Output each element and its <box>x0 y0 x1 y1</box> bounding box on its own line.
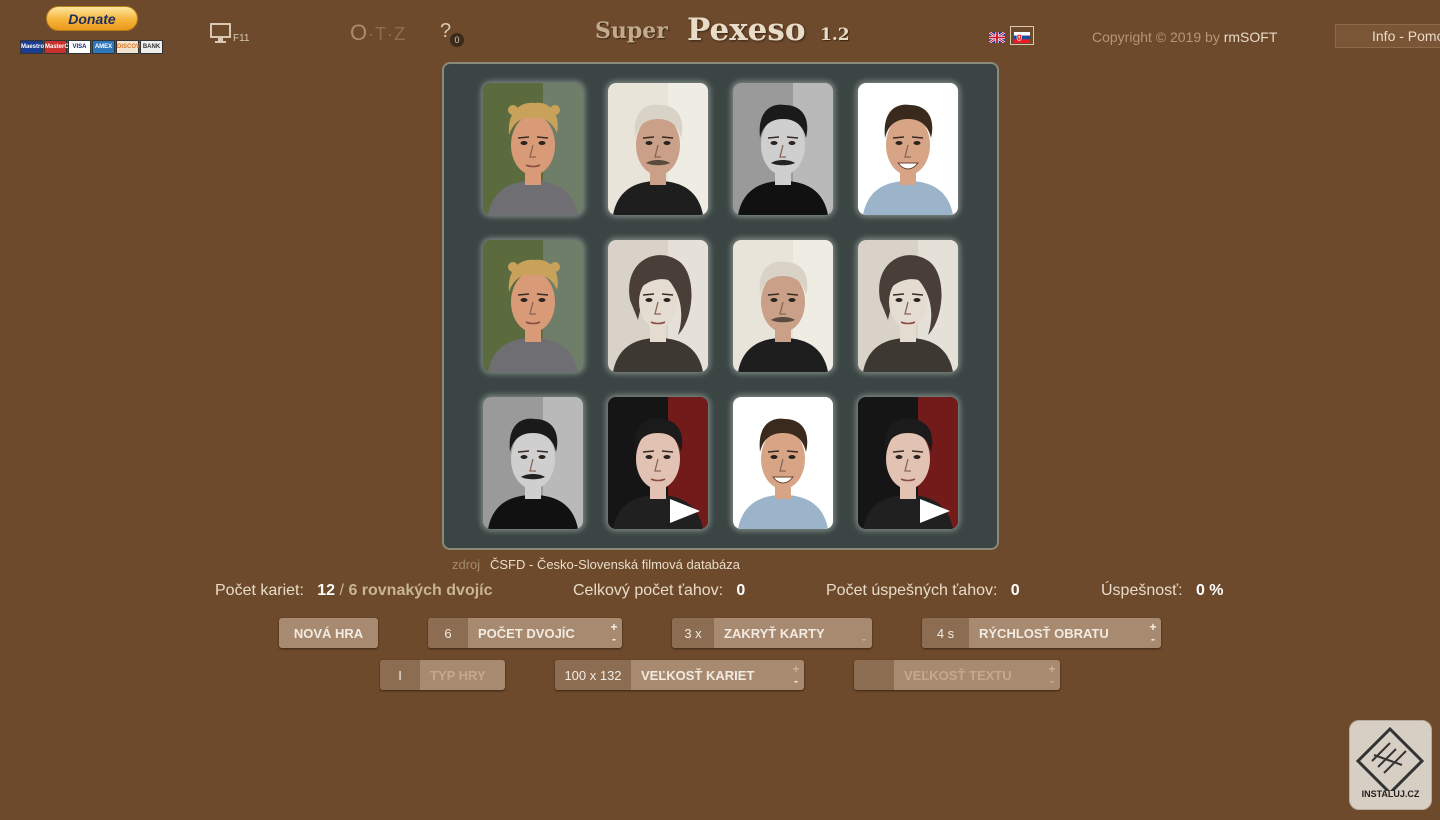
text-size-value <box>854 660 894 690</box>
text-size-stepper[interactable]: + - <box>1044 660 1060 690</box>
memory-card[interactable] <box>608 397 708 529</box>
card-portrait-image <box>858 397 958 529</box>
card-portrait-image <box>608 397 708 529</box>
pairs-count-label: POČET DVOJÍC <box>478 625 575 641</box>
version-label: 1.2 <box>820 25 850 45</box>
instaluj-label: INSTALUJ.CZ <box>1361 789 1420 799</box>
otz-letter-o[interactable]: O <box>350 20 368 45</box>
flip-speed-value: 4 s <box>922 618 969 648</box>
otz-letter-z[interactable]: Z <box>394 24 406 44</box>
copyright-prefix: Copyright © 2019 by <box>1092 29 1224 45</box>
info-help-button[interactable]: Info - Pomoc <box>1335 24 1440 48</box>
payment-cards: Maestro MasterCard VISA AMEX DISCOVER BA… <box>20 40 163 54</box>
text-size-label: VEĽKOSŤ TEXTU <box>904 667 1012 683</box>
hide-cards-value: 3 x <box>672 618 714 648</box>
source-link[interactable]: ČSFD - Česko-Slovenská filmová databáza <box>490 557 740 572</box>
instaluj-watermark-logo: INSTALUJ.CZ <box>1349 720 1432 810</box>
success-rate-label: Úspešnosť: <box>1101 582 1183 599</box>
memory-card[interactable] <box>483 83 583 215</box>
discover-card-icon: DISCOVER <box>116 40 148 54</box>
mastercard-icon: MasterCard <box>44 40 78 54</box>
card-portrait-image <box>483 83 583 215</box>
game-board <box>442 62 999 550</box>
otz-letter-t[interactable]: T <box>375 24 387 44</box>
visa-card-icon: VISA <box>68 40 91 54</box>
pairs-count-value: 6 <box>428 618 468 648</box>
fullscreen-monitor-icon[interactable] <box>210 23 232 50</box>
memory-card[interactable] <box>733 83 833 215</box>
cards-count-value: 12 <box>317 582 336 599</box>
bank-card-icon: BANK <box>140 40 163 54</box>
pairs-count-link[interactable]: 6 rovnakých dvojíc <box>348 582 492 599</box>
amex-card-icon: AMEX <box>92 40 115 54</box>
pairs-count-control[interactable]: 6 POČET DVOJÍC + - <box>428 618 622 648</box>
copyright-owner: rmSOFT <box>1223 29 1278 45</box>
minus-button[interactable]: - <box>1151 633 1155 645</box>
flip-speed-control[interactable]: 4 s RÝCHLOSŤ OBRATU + - <box>922 618 1161 648</box>
card-size-stepper[interactable]: + - <box>788 660 804 690</box>
success-moves-value: 0 <box>1010 582 1020 599</box>
minus-button[interactable]: - <box>1050 675 1054 687</box>
copyright-text: Copyright © 2019 by rmSOFT <box>1092 29 1277 45</box>
total-moves-label: Celkový počet ťahov: <box>573 582 724 599</box>
card-portrait-image <box>858 240 958 372</box>
card-portrait-image <box>608 240 708 372</box>
title-prefix: Super <box>595 18 668 44</box>
memory-card[interactable] <box>608 83 708 215</box>
page-title: Pexeso <box>687 12 806 48</box>
maestro-card-icon: Maestro <box>20 40 44 54</box>
card-size-value: 100 x 132 <box>555 660 631 690</box>
flag-en-icon[interactable] <box>988 30 1006 44</box>
card-portrait-image <box>858 83 958 215</box>
success-moves-stat: Počet úspešných ťahov: 0 <box>826 582 1020 600</box>
fullscreen-key-label: F11 <box>233 33 250 44</box>
card-portrait-image <box>483 240 583 372</box>
hide-cards-stepper[interactable]: +- <box>856 618 872 648</box>
new-game-button[interactable]: NOVÁ HRA <box>279 618 378 648</box>
minus-button[interactable]: - <box>862 633 866 645</box>
success-rate-stat: Úspešnosť: 0 % <box>1101 582 1224 600</box>
memory-card[interactable] <box>483 397 583 529</box>
memory-card[interactable] <box>733 240 833 372</box>
source-prefix: zdroj <box>452 557 481 572</box>
hide-cards-label: ZAKRYŤ KARTY <box>724 625 825 641</box>
text-size-control[interactable]: VEĽKOSŤ TEXTU + - <box>854 660 1060 690</box>
help-count-badge: 0 <box>450 33 464 47</box>
card-portrait-image <box>483 397 583 529</box>
instaluj-logo-icon <box>1355 726 1425 796</box>
minus-button[interactable]: - <box>612 633 616 645</box>
pairs-count-stepper[interactable]: + - <box>606 618 622 648</box>
donate-button[interactable]: Donate <box>46 6 138 31</box>
cards-count-label: Počet kariet: <box>215 582 304 599</box>
memory-card[interactable] <box>733 397 833 529</box>
card-portrait-image <box>733 397 833 529</box>
card-portrait-image <box>733 240 833 372</box>
memory-card[interactable] <box>483 240 583 372</box>
memory-card[interactable] <box>858 83 958 215</box>
flip-speed-stepper[interactable]: + - <box>1145 618 1161 648</box>
card-size-label: VEĽKOSŤ KARIET <box>641 667 755 683</box>
memory-card[interactable] <box>858 397 958 529</box>
hide-cards-control[interactable]: 3 x ZAKRYŤ KARTY +- <box>672 618 872 648</box>
game-type-control[interactable]: I TYP HRY <box>380 660 505 690</box>
flag-sk-icon[interactable] <box>1014 30 1030 43</box>
cards-separator: / <box>339 582 344 599</box>
game-type-value: I <box>380 660 420 690</box>
success-rate-value: 0 % <box>1195 582 1224 599</box>
flip-speed-label: RÝCHLOSŤ OBRATU <box>979 625 1109 641</box>
total-moves-stat: Celkový počet ťahov: 0 <box>573 582 745 600</box>
minus-button[interactable]: - <box>794 675 798 687</box>
card-portrait-image <box>733 83 833 215</box>
memory-card[interactable] <box>858 240 958 372</box>
game-type-label: TYP HRY <box>430 667 486 683</box>
total-moves-value: 0 <box>736 582 746 599</box>
card-size-control[interactable]: 100 x 132 VEĽKOSŤ KARIET + - <box>555 660 804 690</box>
memory-card[interactable] <box>608 240 708 372</box>
otz-toggle[interactable]: O·T·Z <box>350 20 406 46</box>
card-portrait-image <box>608 83 708 215</box>
success-moves-label: Počet úspešných ťahov: <box>826 582 998 599</box>
cards-count-stat: Počet kariet: 12 / 6 rovnakých dvojíc <box>215 582 493 600</box>
